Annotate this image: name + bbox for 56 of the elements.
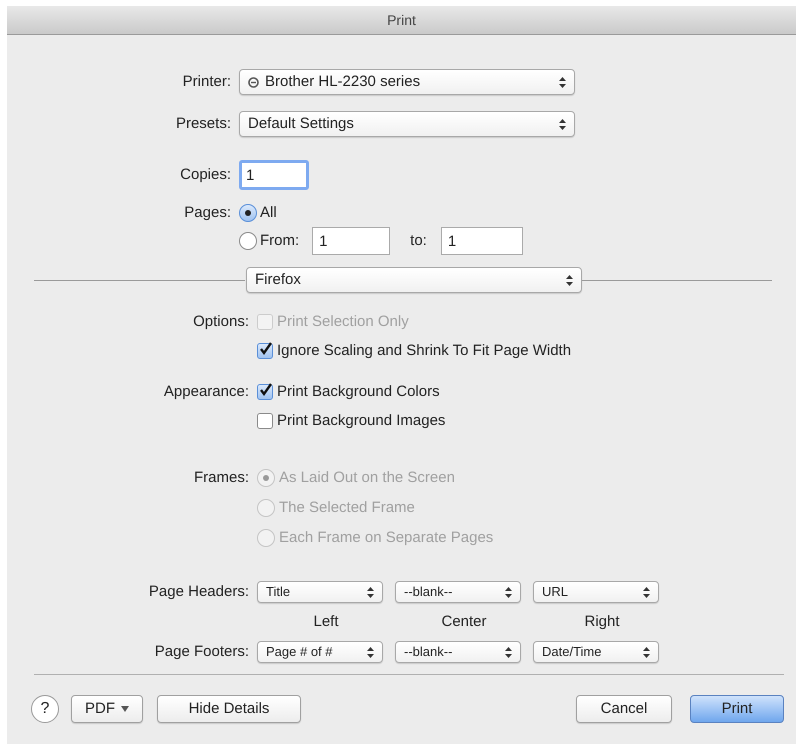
to-label: to: — [410, 230, 427, 251]
column-label: Center — [441, 612, 487, 631]
cancel-button[interactable]: Cancel — [576, 695, 672, 723]
pdf-button[interactable]: PDF — [71, 695, 143, 723]
field-label: Copies: — [180, 164, 231, 185]
option-label: Each Frame on Separate Pages — [279, 528, 494, 548]
radio-button[interactable] — [239, 204, 257, 222]
stepper-arrows-icon — [367, 646, 374, 658]
presets-popup[interactable]: Default Settings — [239, 111, 575, 137]
field-label: Presets: — [176, 114, 231, 134]
option-label: All — [260, 202, 277, 223]
field-label: Frames: — [194, 468, 249, 488]
checkbox[interactable] — [257, 384, 273, 400]
field-label: Printer: — [182, 72, 231, 92]
print-button[interactable]: Print — [690, 695, 784, 723]
to-page-field[interactable]: 1 — [440, 227, 523, 255]
checkbox[interactable] — [257, 413, 273, 429]
field-label: Page Footers: — [154, 642, 249, 662]
option-label: As Laid Out on the Screen — [279, 468, 455, 488]
printer-status-icon — [248, 76, 259, 88]
caret-icon — [121, 706, 129, 712]
stepper-arrows-icon — [505, 586, 512, 598]
checkbox-label: Ignore Scaling and Shrink To Fit Page Width — [277, 340, 572, 361]
field-label: Pages: — [184, 202, 231, 223]
option-label: The Selected Frame — [279, 498, 415, 518]
header-footer-popup[interactable]: Title — [257, 581, 383, 603]
column-label: Left — [313, 612, 339, 631]
stepper-arrows-icon — [643, 586, 650, 598]
section-popup[interactable]: Firefox — [246, 267, 582, 293]
header-footer-popup[interactable]: --blank-- — [395, 581, 521, 603]
printer-popup[interactable]: Brother HL-2230 series — [239, 69, 575, 95]
field-label: Appearance: — [164, 382, 249, 402]
checkbox-label: Print Selection Only — [277, 312, 409, 332]
radio-button[interactable] — [239, 232, 257, 250]
checkbox[interactable] — [257, 343, 273, 359]
field-label: Page Headers: — [148, 582, 249, 602]
stepper-arrows-icon — [559, 76, 566, 88]
header-footer-popup[interactable]: URL — [533, 581, 659, 603]
field-label: Options: — [193, 312, 249, 332]
header-footer-popup[interactable]: Date/Time — [533, 641, 659, 663]
stepper-arrows-icon — [505, 646, 512, 658]
stepper-arrows-icon — [367, 586, 374, 598]
stepper-arrows-icon — [559, 118, 566, 130]
stepper-arrows-icon — [643, 646, 650, 658]
header-footer-popup[interactable]: Page # of # — [257, 641, 383, 663]
checkbox-label: Print Background Colors — [277, 382, 440, 402]
copies-field[interactable]: 1 — [239, 160, 309, 190]
header-footer-popup[interactable]: --blank-- — [395, 641, 521, 663]
column-label: Right — [584, 612, 620, 631]
option-label: From: — [260, 230, 300, 251]
window-title: Print — [387, 10, 416, 30]
hide-details-button[interactable]: Hide Details — [157, 695, 301, 723]
stepper-arrows-icon — [566, 274, 573, 286]
from-page-field[interactable]: 1 — [312, 227, 390, 255]
checkbox-label: Print Background Images — [277, 410, 446, 431]
help-button[interactable]: ? — [31, 695, 59, 723]
